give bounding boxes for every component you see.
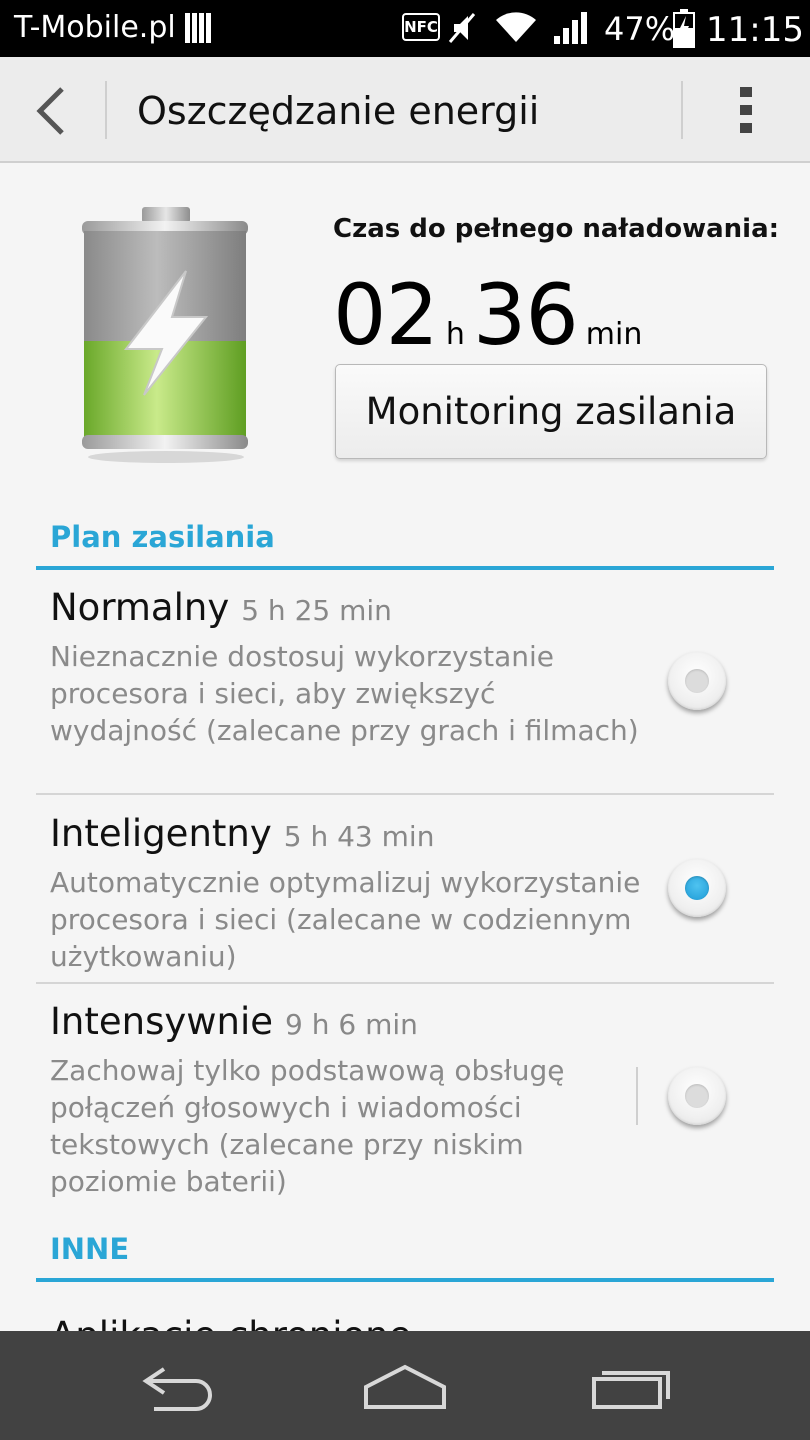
plan-name: Intensywnie 9 h 6 min — [50, 1000, 418, 1043]
power-monitor-button[interactable]: Monitoring zasilania — [335, 364, 767, 459]
carrier-name: T-Mobile.pl — [14, 10, 176, 45]
charge-minutes-unit: min — [585, 317, 643, 352]
list-separator — [36, 982, 774, 984]
nfc-icon: NFC — [402, 13, 440, 41]
charge-hours-unit: h — [445, 317, 465, 352]
radio-divider — [636, 1067, 638, 1125]
action-bar: Oszczędzanie energii — [0, 57, 810, 163]
sim-icon — [185, 13, 211, 43]
overflow-menu-icon[interactable] — [724, 83, 768, 139]
mute-icon — [448, 13, 476, 43]
power-plan-header-label: Plan zasilania — [50, 520, 275, 554]
status-bar: T-Mobile.pl NFC 47% 11:15 — [0, 0, 810, 57]
list-separator — [36, 793, 774, 795]
action-bar-divider — [681, 81, 683, 139]
charge-hours: 02 — [333, 266, 439, 364]
other-header-label: INNE — [50, 1232, 130, 1266]
plan-time: 5 h 25 min — [241, 594, 392, 627]
page-title: Oszczędzanie energii — [137, 89, 540, 133]
plan-radio-normal[interactable] — [668, 652, 726, 710]
back-icon[interactable] — [134, 1359, 224, 1415]
plan-item-normal[interactable]: Normalny 5 h 25 min Nieznacznie dostosuj … — [36, 580, 774, 796]
plan-title: Intensywnie — [50, 1000, 274, 1043]
plan-time: 5 h 43 min — [283, 820, 435, 853]
section-divider — [36, 566, 774, 570]
back-chevron-icon[interactable] — [30, 83, 74, 139]
charge-time: 02 h36 min — [333, 266, 650, 364]
plan-radio-smart[interactable] — [668, 859, 726, 917]
signal-icon — [554, 12, 587, 44]
plan-name: Normalny 5 h 25 min — [50, 586, 392, 629]
plan-title: Normalny — [50, 586, 230, 629]
plan-description: Automatycznie optymalizuj wykorzystanie … — [50, 866, 641, 973]
charge-time-label: Czas do pełnego naładowania: — [333, 214, 780, 244]
plan-item-smart[interactable]: Inteligentny 5 h 43 min Automatycznie opt… — [36, 806, 774, 984]
recents-icon[interactable] — [586, 1359, 676, 1415]
navigation-bar — [0, 1331, 810, 1440]
plan-name: Inteligentny 5 h 43 min — [50, 812, 434, 855]
wifi-icon — [496, 12, 536, 42]
plan-radio-intensive[interactable] — [668, 1067, 726, 1125]
battery-charging-illustration — [82, 207, 248, 463]
plan-time: 9 h 6 min — [285, 1008, 418, 1041]
section-divider — [36, 1278, 774, 1282]
plan-description: Zachowaj tylko podstawową obsługę połącz… — [50, 1054, 565, 1198]
battery-charging-icon — [673, 9, 695, 48]
home-icon[interactable] — [360, 1359, 450, 1415]
plan-description: Nieznacznie dostosuj wykorzystanie proce… — [50, 640, 639, 747]
plan-item-intensive[interactable]: Intensywnie 9 h 6 min Zachowaj tylko pods… — [36, 994, 774, 1206]
action-bar-divider — [105, 81, 107, 139]
battery-percent: 47% — [604, 10, 676, 48]
plan-title: Inteligentny — [50, 812, 272, 855]
charge-minutes: 36 — [472, 266, 579, 364]
clock: 11:15 — [706, 10, 804, 50]
